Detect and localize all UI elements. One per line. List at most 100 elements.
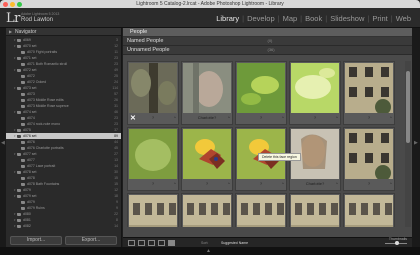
export-button[interactable]: Export... — [65, 236, 117, 245]
slider-knob[interactable] — [395, 241, 399, 245]
face-thumbnail[interactable]: ? ▸ — [343, 127, 395, 191]
loupe-view-icon[interactable] — [138, 240, 145, 246]
face-name-field[interactable]: ? — [344, 181, 394, 186]
face-photo[interactable] — [291, 63, 339, 113]
face-thumbnail[interactable]: Charlotte? ▸ — [181, 61, 233, 125]
compare-view-icon[interactable] — [148, 240, 155, 246]
face-photo[interactable] — [345, 63, 393, 113]
lightroom-logo: Lr — [6, 11, 20, 26]
face-photo[interactable] — [183, 195, 231, 227]
confirm-arrow-icon[interactable]: ▸ — [228, 181, 230, 185]
unnamed-people-title: Unnamed People — [127, 47, 170, 53]
expand-filmstrip-arrow-icon[interactable]: ▲ — [206, 248, 211, 254]
folder-icon — [21, 158, 25, 162]
face-photo[interactable] — [345, 195, 393, 227]
face-photo[interactable] — [345, 129, 393, 179]
confirm-arrow-icon[interactable]: ▸ — [282, 181, 284, 185]
face-name-field[interactable]: ? — [128, 181, 178, 186]
folder-icon — [21, 80, 25, 84]
expand-right-arrow-icon[interactable]: ▶ — [414, 140, 418, 146]
face-photo[interactable] — [183, 129, 231, 179]
folder-count: 46 — [114, 110, 118, 114]
face-thumbnail[interactable]: ? ▸ ✕ — [127, 61, 179, 125]
navigator-header[interactable]: ▶ Navigator — [6, 28, 121, 36]
face-name-field[interactable]: ? — [182, 181, 232, 186]
folder-row[interactable]: ▾ d082 14 — [6, 223, 121, 229]
confirm-arrow-icon[interactable]: ▸ — [174, 115, 176, 119]
folder-count: 12 — [114, 188, 118, 192]
folder-icon — [17, 134, 21, 138]
face-name-field[interactable]: ? — [236, 181, 286, 186]
face-thumbnail[interactable] — [343, 193, 395, 227]
face-thumbnail[interactable] — [235, 193, 287, 227]
face-thumbnail[interactable] — [289, 193, 341, 227]
face-thumbnail[interactable]: ? ▸ — [343, 61, 395, 125]
unnamed-people-section[interactable]: Unnamed People (36) — [123, 46, 412, 55]
face-thumbnail[interactable] — [181, 193, 233, 227]
folder-label: d072 set — [23, 68, 37, 72]
face-photo[interactable] — [237, 63, 285, 113]
face-photo[interactable] — [291, 195, 339, 227]
delete-face-icon[interactable]: ✕ — [130, 115, 136, 122]
collapse-left-arrow-icon[interactable]: ◀ — [1, 140, 5, 146]
face-name-field[interactable]: Charlotte? — [182, 115, 232, 120]
sort-value[interactable]: Suggested Name — [221, 241, 248, 245]
scrollbar-thumb[interactable] — [406, 71, 410, 143]
module-develop[interactable]: Develop — [244, 14, 278, 23]
filmstrip-edge[interactable]: ▲ — [0, 247, 420, 255]
face-photo[interactable] — [237, 195, 285, 227]
confirm-arrow-icon[interactable]: ▸ — [336, 115, 338, 119]
confirm-arrow-icon[interactable]: ▸ — [390, 181, 392, 185]
folder-count: 8 — [116, 218, 118, 222]
confirm-arrow-icon[interactable]: ▸ — [282, 115, 284, 119]
folder-label: d079 — [27, 200, 35, 204]
import-button[interactable]: Import... — [10, 236, 62, 245]
grid-scrollbar[interactable] — [405, 61, 411, 227]
face-thumbnail[interactable] — [127, 193, 179, 227]
folder-label: d077 set — [23, 152, 37, 156]
folder-label: d072 — [27, 74, 35, 78]
folder-count: 45 — [114, 146, 118, 150]
confirm-arrow-icon[interactable]: ▸ — [174, 181, 176, 185]
people-tab[interactable]: People — [123, 28, 412, 37]
confirm-arrow-icon[interactable]: ▸ — [228, 115, 230, 119]
right-panel-edge[interactable]: ▶ — [412, 28, 420, 247]
face-thumbnail[interactable]: ? ▸ — [127, 127, 179, 191]
module-web[interactable]: Web — [393, 14, 414, 23]
expand-triangle-icon[interactable]: ▶ — [9, 29, 12, 34]
folder-icon — [21, 92, 25, 96]
folder-count: 3 — [116, 38, 118, 42]
grid-toolbar: Sort: Suggested Name Thumbnails — [123, 237, 412, 247]
face-thumbnail[interactable]: ? ▸ — [181, 127, 233, 191]
module-print[interactable]: Print — [369, 14, 390, 23]
people-view-icon[interactable] — [168, 240, 175, 246]
folder-label: d071 set — [23, 56, 37, 60]
folder-label: d078 — [27, 176, 35, 180]
face-name-field[interactable]: ? — [344, 115, 394, 120]
confirm-arrow-icon[interactable]: ▸ — [390, 115, 392, 119]
folder-count: 13 — [114, 158, 118, 162]
face-name-field[interactable]: ? — [290, 115, 340, 120]
module-book[interactable]: Book — [302, 14, 325, 23]
face-name-field[interactable]: Charlotte? — [290, 181, 340, 186]
folder-label: d079 Ruins — [27, 206, 45, 210]
face-photo[interactable] — [129, 129, 177, 179]
survey-view-icon[interactable] — [158, 240, 165, 246]
thumbnails-label: Thumbnails — [388, 237, 407, 241]
face-photo[interactable] — [129, 195, 177, 227]
folder-label: d070 Fight portraits — [27, 50, 58, 54]
window-titlebar: Lightroom 5 Catalog-2.lrcat - Adobe Phot… — [0, 0, 420, 8]
module-map[interactable]: Map — [280, 14, 301, 23]
face-thumbnail[interactable]: ? ▸ — [289, 61, 341, 125]
folder-label: d078 set — [23, 170, 37, 174]
grid-view-icon[interactable] — [128, 240, 135, 246]
face-name-field[interactable]: ? — [236, 115, 286, 120]
folder-label: d075 — [23, 128, 31, 132]
named-people-section[interactable]: Named People (0) — [123, 37, 412, 46]
face-photo[interactable] — [183, 63, 231, 113]
face-photo[interactable] — [129, 63, 177, 113]
face-thumbnail[interactable]: ? ▸ — [235, 61, 287, 125]
confirm-arrow-icon[interactable]: ▸ — [336, 181, 338, 185]
module-library[interactable]: Library — [213, 14, 242, 23]
module-slideshow[interactable]: Slideshow — [327, 14, 367, 23]
